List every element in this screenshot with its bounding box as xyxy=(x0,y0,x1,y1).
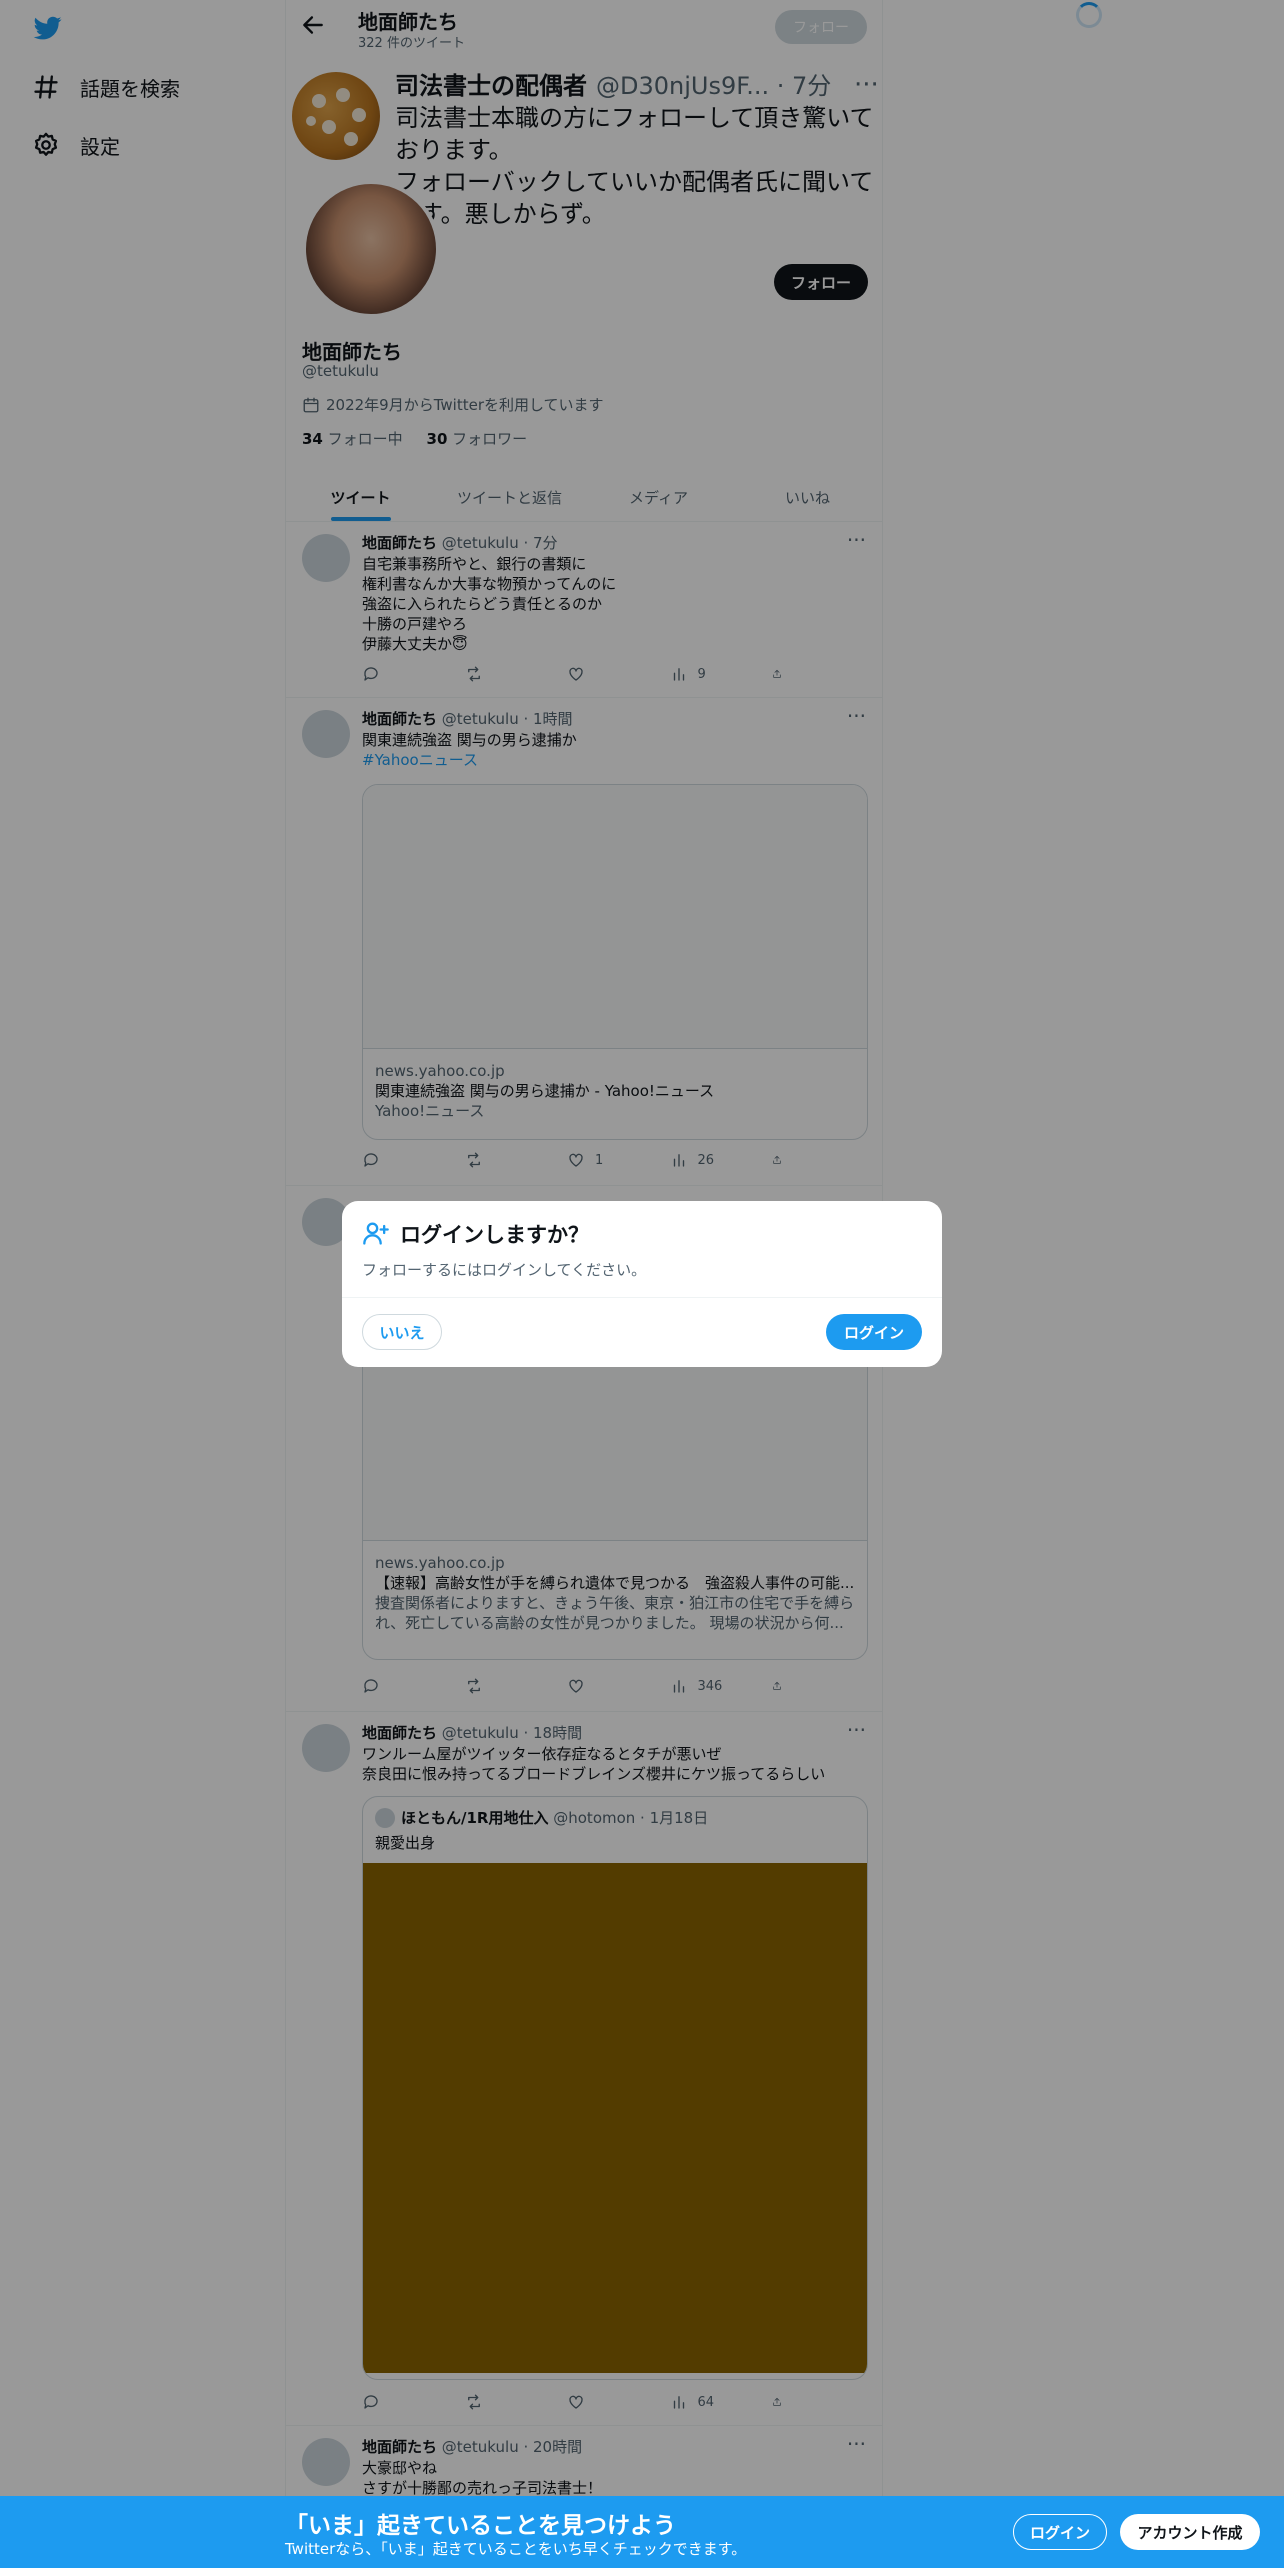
login-button[interactable]: ログイン xyxy=(826,1314,922,1350)
bottom-bar-subtitle: Twitterなら、「いま」起きていることをいち早くチェックできます。 xyxy=(285,2540,747,2558)
login-modal: ログインしますか？ フォローするにはログインしてください。 いいえ ログイン xyxy=(342,1201,942,1367)
person-add-icon xyxy=(362,1219,390,1247)
bottom-login-button[interactable]: ログイン xyxy=(1013,2514,1107,2550)
modal-title: ログインしますか？ xyxy=(400,1223,589,1247)
signup-button[interactable]: アカウント作成 xyxy=(1120,2514,1260,2550)
divider xyxy=(342,1297,942,1298)
bottom-bar-title: 「いま」起きていることを見つけよう xyxy=(285,2513,676,2539)
modal-body: フォローするにはログインしてください。 xyxy=(362,1261,647,1279)
cancel-button[interactable]: いいえ xyxy=(362,1314,442,1350)
